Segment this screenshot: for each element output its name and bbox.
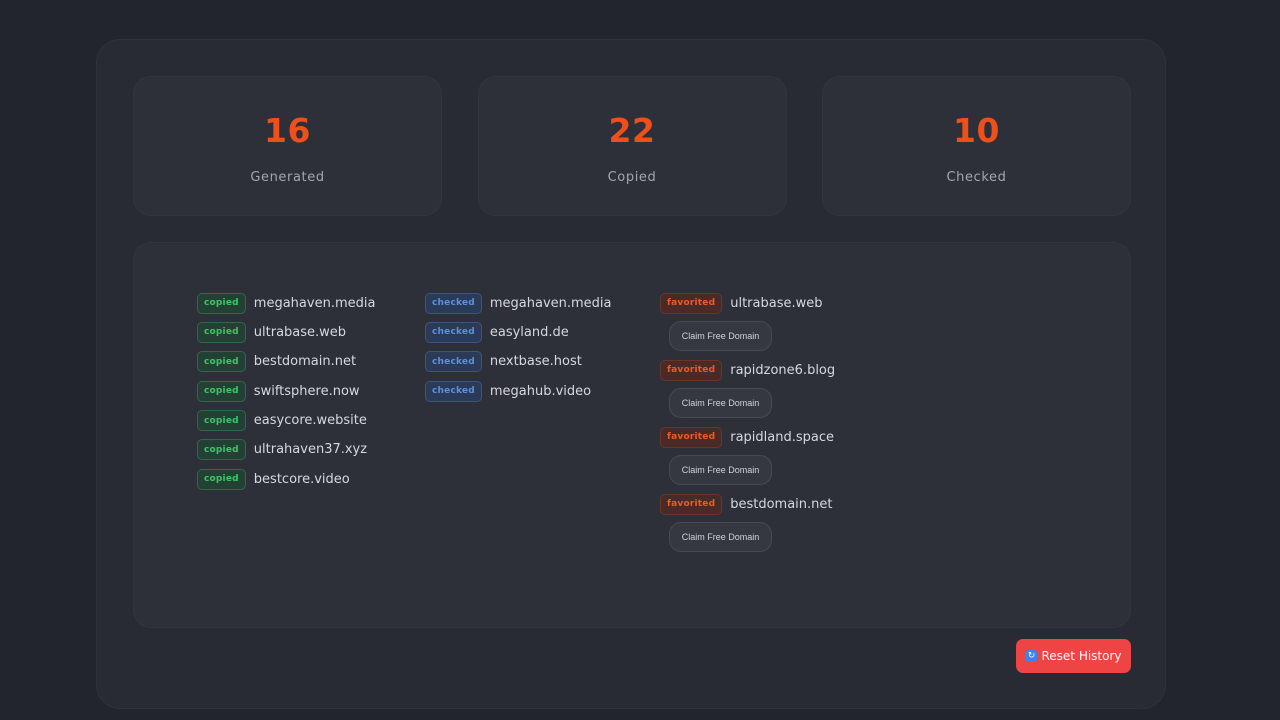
list-item: checked nextbase.host — [425, 351, 612, 373]
domain-name: ultrabase.web — [730, 295, 823, 311]
domain-name: megahub.video — [489, 383, 592, 399]
favorite-item: favorited rapidzone6.blog Claim Free Doma… — [660, 359, 835, 418]
list-item: checked easyland.de — [425, 321, 612, 343]
favorite-row: favorited rapidzone6.blog — [660, 359, 835, 381]
claim-free-domain-button[interactable]: Claim Free Domain — [669, 321, 772, 351]
copied-badge: copied — [197, 292, 246, 314]
claim-free-domain-button[interactable]: Claim Free Domain — [669, 522, 772, 552]
copied-badge: copied — [197, 321, 246, 343]
copied-badge: copied — [197, 380, 246, 402]
favorited-badge: favorited — [660, 426, 723, 448]
refresh-icon: ↻ — [1025, 650, 1038, 662]
favorite-row: favorited ultrabase.web — [660, 292, 835, 314]
favorited-column: favorited ultrabase.web Claim Free Domain… — [660, 292, 835, 560]
main-panel: 16 Generated 22 Copied 10 Checked copied… — [96, 39, 1166, 709]
copied-badge: copied — [197, 410, 246, 432]
domain-name: rapidland.space — [730, 429, 834, 445]
list-item: copied megahaven.media — [197, 292, 375, 314]
domain-name: megahaven.media — [489, 295, 612, 311]
domain-name: bestdomain.net — [730, 496, 833, 512]
checked-column: checked megahaven.media checked easyland.d… — [425, 292, 612, 410]
domain-name: easycore.website — [253, 413, 367, 429]
claim-free-domain-button[interactable]: Claim Free Domain — [669, 455, 772, 485]
favorited-badge: favorited — [660, 292, 723, 314]
stat-card-checked: 10 Checked — [822, 76, 1131, 216]
claim-free-domain-button[interactable]: Claim Free Domain — [669, 388, 772, 418]
stat-label: Generated — [250, 170, 325, 185]
list-item: copied ultrabase.web — [197, 321, 375, 343]
favorite-item: favorited rapidland.space Claim Free Doma… — [660, 426, 835, 485]
history-panel: copied megahaven.media copied ultrabase.we… — [133, 242, 1131, 628]
favorite-row: favorited bestdomain.net — [660, 493, 835, 515]
checked-badge: checked — [425, 292, 482, 314]
list-item: copied bestdomain.net — [197, 351, 375, 373]
favorited-badge: favorited — [660, 493, 723, 515]
stat-card-copied: 22 Copied — [477, 76, 787, 216]
domain-name: ultrabase.web — [253, 324, 347, 340]
favorite-item: favorited bestdomain.net Claim Free Domai… — [660, 493, 835, 552]
copied-badge: copied — [197, 468, 246, 490]
favorited-badge: favorited — [660, 359, 723, 381]
checked-badge: checked — [425, 380, 482, 402]
stat-label: Checked — [946, 170, 1007, 185]
favorite-row: favorited rapidland.space — [660, 426, 835, 448]
list-item: copied swiftsphere.now — [197, 380, 375, 402]
domain-name: bestdomain.net — [253, 354, 357, 370]
copied-badge: copied — [197, 351, 246, 373]
domain-name: megahaven.media — [253, 295, 376, 311]
domain-name: bestcore.video — [253, 471, 350, 487]
domain-name: nextbase.host — [489, 354, 582, 370]
list-item: checked megahaven.media — [425, 292, 612, 314]
domain-name: swiftsphere.now — [253, 383, 360, 399]
list-item: copied easycore.website — [197, 410, 375, 432]
copied-column: copied megahaven.media copied ultrabase.we… — [197, 292, 375, 498]
domain-name: easyland.de — [489, 324, 569, 340]
reset-history-button[interactable]: ↻ Reset History — [1016, 639, 1131, 673]
checked-badge: checked — [425, 321, 482, 343]
stat-value: 10 — [953, 111, 1000, 150]
domain-name: rapidzone6.blog — [730, 362, 836, 378]
reset-history-label: Reset History — [1041, 649, 1122, 663]
stat-value: 22 — [608, 111, 656, 150]
stat-value: 16 — [264, 111, 311, 150]
list-item: checked megahub.video — [425, 380, 612, 402]
domain-name: ultrahaven37.xyz — [253, 442, 368, 458]
checked-badge: checked — [425, 351, 482, 373]
list-item: copied bestcore.video — [197, 468, 375, 490]
list-item: copied ultrahaven37.xyz — [197, 439, 375, 461]
stat-card-generated: 16 Generated — [133, 76, 442, 216]
favorite-item: favorited ultrabase.web Claim Free Domain — [660, 292, 835, 351]
stat-label: Copied — [607, 170, 657, 185]
stats-row: 16 Generated 22 Copied 10 Checked — [133, 76, 1131, 216]
copied-badge: copied — [197, 439, 246, 461]
